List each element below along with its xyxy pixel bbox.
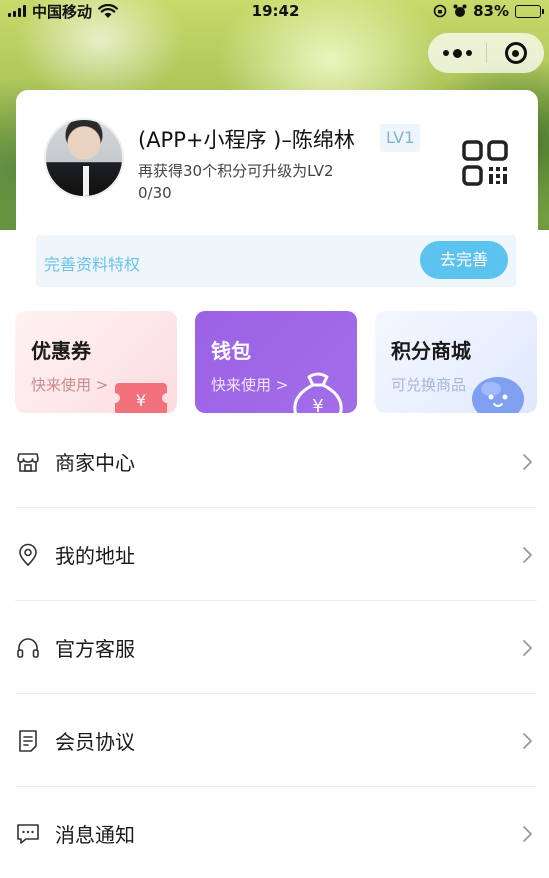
menu-item-merchant-center[interactable]: 商家中心	[0, 415, 549, 508]
battery-icon	[514, 4, 544, 18]
orientation-lock-icon	[433, 4, 447, 18]
menu-label: 会员协议	[55, 730, 135, 754]
chevron-right-icon	[523, 639, 532, 656]
svg-text:¥: ¥	[136, 391, 146, 410]
chevron-right-icon	[523, 825, 532, 842]
upgrade-hint: 再获得30个积分可升级为LV2	[138, 162, 334, 180]
mascot-blob-icon	[472, 377, 524, 413]
points-mall-card[interactable]: 积分商城 可兑换商品	[375, 311, 537, 413]
coupon-title: 优惠券	[31, 339, 91, 363]
headset-icon	[17, 637, 39, 658]
svg-text:¥: ¥	[312, 396, 323, 413]
points-mall-title: 积分商城	[391, 339, 471, 363]
status-bar: 中国移动 19:42 83%	[0, 0, 549, 22]
perk-label: 完善资料特权	[44, 255, 141, 274]
complete-profile-button[interactable]: 去完善	[420, 241, 508, 279]
store-icon	[17, 452, 39, 472]
menu-list: 商家中心 我的地址 官方客服 会员协议 消息通知	[0, 415, 549, 878]
menu-item-my-address[interactable]: 我的地址	[0, 508, 549, 601]
status-bar-right: 83%	[433, 2, 544, 20]
location-pin-icon	[19, 543, 37, 566]
menu-item-customer-service[interactable]: 官方客服	[0, 601, 549, 694]
qr-code-icon[interactable]	[462, 140, 508, 186]
status-bar-left: 中国移动	[8, 1, 118, 22]
menu-label: 商家中心	[55, 451, 135, 475]
coupon-ticket-icon: ¥	[115, 383, 167, 413]
profile-card: (APP+小程序 )–陈绵林 LV1 再获得30个积分可升级为LV2 0/30 …	[16, 90, 538, 300]
coupon-subtitle: 快来使用 >	[31, 376, 109, 394]
message-icon	[17, 823, 39, 844]
chevron-right-icon	[523, 546, 532, 563]
wallet-subtitle: 快来使用 >	[211, 376, 289, 394]
document-icon	[19, 729, 37, 752]
chevron-right-icon	[523, 732, 532, 749]
money-bag-icon: ¥	[293, 372, 343, 413]
user-name: (APP+小程序 )–陈绵林	[138, 128, 355, 152]
menu-label: 我的地址	[55, 544, 135, 568]
coupon-card[interactable]: 优惠券 快来使用 > ¥	[15, 311, 177, 413]
perk-bar: 完善资料特权 去完善	[36, 235, 516, 287]
menu-label: 官方客服	[55, 637, 135, 661]
points-mall-subtitle: 可兑换商品	[391, 376, 467, 394]
alarm-icon	[453, 4, 467, 17]
battery-percent: 83%	[473, 2, 509, 20]
wallet-title: 钱包	[211, 339, 251, 363]
mini-program-capsule	[428, 33, 544, 73]
avatar[interactable]	[44, 118, 124, 198]
carrier-name: 中国移动	[32, 2, 93, 21]
menu-label: 消息通知	[55, 823, 135, 847]
close-target-icon[interactable]	[487, 33, 544, 73]
status-time: 19:42	[251, 2, 300, 20]
menu-item-member-agreement[interactable]: 会员协议	[0, 694, 549, 787]
chevron-right-icon	[523, 453, 532, 470]
wifi-icon	[98, 3, 118, 18]
wallet-card[interactable]: 钱包 快来使用 > ¥	[195, 311, 357, 413]
menu-item-notifications[interactable]: 消息通知	[0, 787, 549, 878]
level-badge: LV1	[380, 124, 421, 152]
signal-icon	[8, 5, 26, 17]
points-progress: 0/30	[138, 184, 172, 202]
more-dots-icon[interactable]	[428, 33, 486, 73]
